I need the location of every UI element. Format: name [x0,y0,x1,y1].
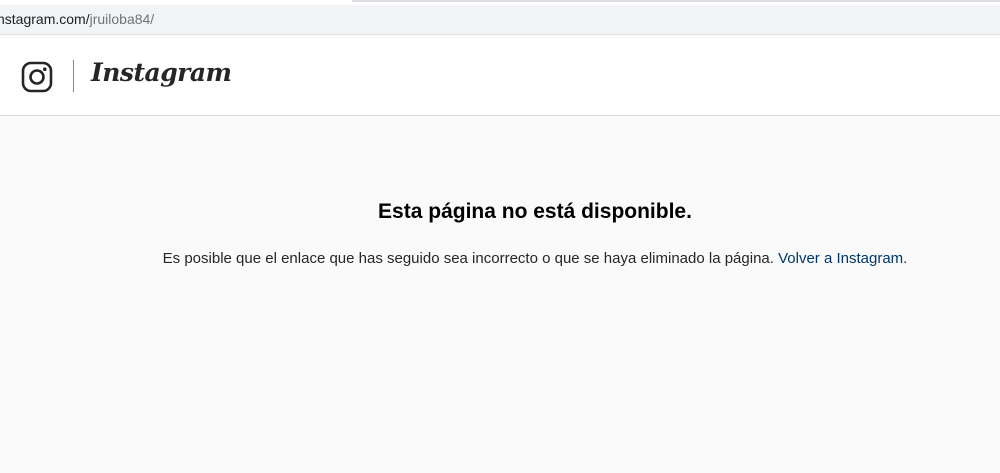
header-divider [73,60,74,92]
url-path: jruiloba84/ [89,11,155,27]
error-page-content: Esta página no está disponible. Es posib… [0,116,1000,473]
error-message: Es posible que el enlace que has seguido… [0,250,1000,267]
url-host: nstagram.com/ [0,11,90,27]
instagram-wordmark-logo[interactable]: Instagram [91,58,232,87]
tab-strip-border [352,0,1000,2]
instagram-glyph-icon[interactable] [21,61,53,93]
back-to-instagram-link[interactable]: Volver a Instagram. [778,250,907,267]
site-header: Instagram [0,38,1000,116]
error-message-text: Es posible que el enlace que has seguido… [162,250,774,267]
browser-address-bar[interactable]: nstagram.com/jruiloba84/ [0,5,1000,35]
error-title: Esta página no está disponible. [378,200,692,223]
address-url[interactable]: nstagram.com/jruiloba84/ [0,11,154,27]
